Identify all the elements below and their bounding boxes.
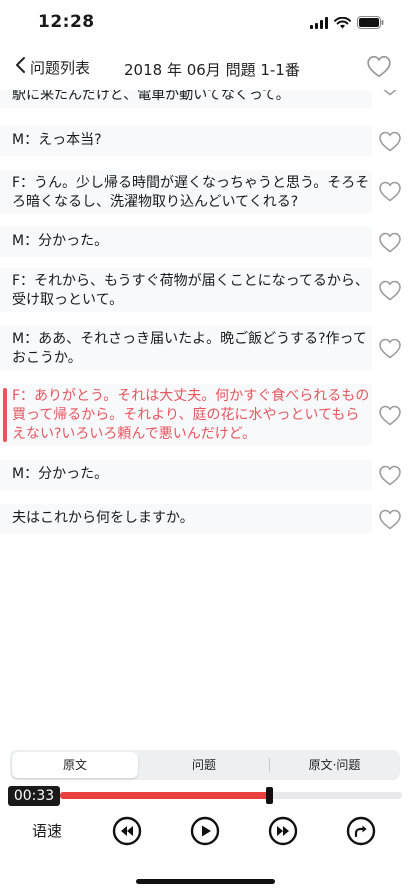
favorite-heart-icon[interactable] <box>366 54 392 82</box>
home-indicator <box>136 879 275 884</box>
playback-progress: 00:33 <box>8 785 402 807</box>
rewind-button[interactable] <box>112 816 142 850</box>
line-text: M：えっ本当? <box>12 132 102 148</box>
back-button-label: 问题列表 <box>30 58 91 77</box>
tab-original-and-questions[interactable]: 原文·问题 <box>271 752 398 778</box>
line-text: F：それから、もうすぐ荷物が届くことになってるから、受け取っといて。 <box>12 273 369 308</box>
speed-button[interactable]: 语速 <box>32 820 62 841</box>
line-text: M：ああ、それさっき届いたよ。晩ご飯どうする?作っておこうか。 <box>12 331 367 366</box>
transcript-line[interactable]: M：ああ、それさっき届いたよ。晩ご飯どうする?作っておこうか。 <box>0 326 410 370</box>
active-line-indicator <box>3 388 7 442</box>
status-bar: 12:28 <box>0 0 410 46</box>
chevron-left-icon <box>14 56 26 78</box>
line-text: M：分かった。 <box>12 466 109 482</box>
current-time: 00:33 <box>8 786 60 806</box>
battery-icon <box>357 14 384 33</box>
progress-fill <box>60 792 269 799</box>
line-text: F：ありがとう。それは大丈夫。何かすぐ食べられるもの買って帰るから。それより、庭… <box>12 388 370 442</box>
rewind-icon <box>112 816 142 846</box>
view-mode-tabs: 原文 问题 原文·问题 <box>10 750 400 780</box>
transcript-line[interactable]: M：分かった。 <box>0 227 410 257</box>
transcript-list[interactable]: 駅に来たんだけど、電車が動いてなくって。 M：えっ本当? F：うん。少し帰る時間… <box>0 82 410 742</box>
heart-icon[interactable] <box>378 464 402 490</box>
heart-icon[interactable] <box>378 508 402 534</box>
nav-bar: 问题列表 2018 年 06月 問題 1-1番 <box>0 46 410 90</box>
progress-handle[interactable] <box>266 787 273 804</box>
progress-track[interactable] <box>60 787 402 804</box>
line-text: M：分かった。 <box>12 233 109 249</box>
back-button[interactable]: 问题列表 <box>14 56 90 78</box>
transcript-line[interactable]: M：えっ本当? <box>0 126 410 156</box>
heart-icon[interactable] <box>378 130 402 156</box>
transcript-line[interactable]: M：分かった。 <box>0 460 410 490</box>
play-icon <box>190 816 220 846</box>
page-title: 2018 年 06月 問題 1-1番 <box>124 61 300 79</box>
play-button[interactable] <box>190 816 220 850</box>
share-arrow-icon <box>346 816 376 846</box>
transcript-line-active[interactable]: F：ありがとう。それは大丈夫。何かすぐ食べられるもの買って帰るから。それより、庭… <box>0 384 410 446</box>
status-icons <box>310 14 384 33</box>
heart-icon[interactable] <box>378 337 402 363</box>
line-text: F：うん。少し帰る時間が遅くなっちゃうと思う。そろそろ暗くなるし、洗濯物取り込ん… <box>12 175 370 210</box>
status-time: 12:28 <box>38 12 95 32</box>
line-text: 夫はこれから何をしますか。 <box>12 510 194 526</box>
share-button[interactable] <box>346 816 376 850</box>
heart-icon[interactable] <box>378 231 402 257</box>
fast-forward-icon <box>268 816 298 846</box>
transcript-line[interactable]: 夫はこれから何をしますか。 <box>0 504 410 534</box>
wifi-icon <box>334 14 351 33</box>
heart-icon[interactable] <box>378 180 402 206</box>
transcript-line[interactable]: F：それから、もうすぐ荷物が届くことになってるから、受け取っといて。 <box>0 268 410 312</box>
signal-icon <box>310 14 328 33</box>
fast-forward-button[interactable] <box>268 816 298 850</box>
heart-icon[interactable] <box>378 404 402 430</box>
tab-original-text[interactable]: 原文 <box>12 752 138 778</box>
tab-divider <box>269 758 270 772</box>
player-controls: 语速 <box>0 812 410 852</box>
transcript-line[interactable]: F：うん。少し帰る時間が遅くなっちゃうと思う。そろそろ暗くなるし、洗濯物取り込ん… <box>0 170 410 214</box>
tab-questions[interactable]: 问题 <box>140 752 268 778</box>
heart-icon[interactable] <box>378 279 402 305</box>
